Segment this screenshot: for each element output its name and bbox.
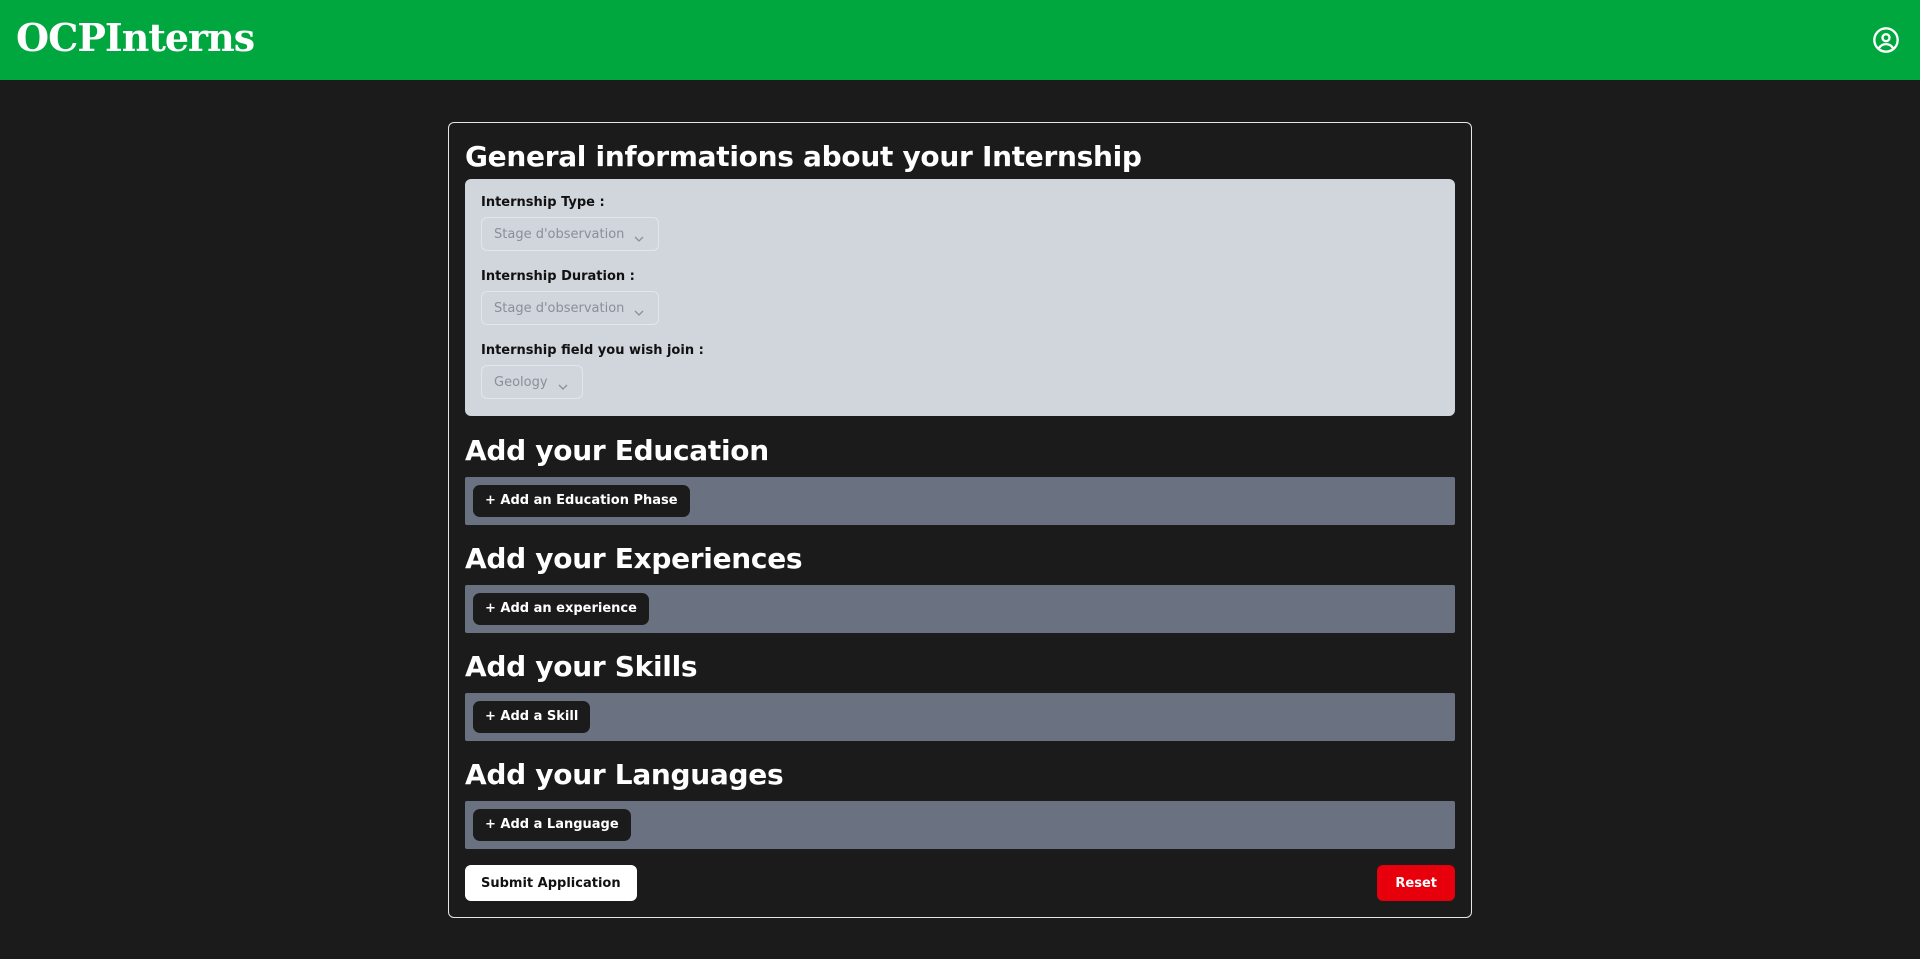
chevron-down-icon [634, 303, 644, 316]
add-language-button[interactable]: + Add a Language [473, 809, 631, 841]
experiences-section-title: Add your Experiences [465, 542, 803, 575]
education-panel: + Add an Education Phase [465, 477, 1455, 525]
add-skill-button[interactable]: + Add a Skill [473, 701, 591, 733]
general-section-title: General informations about your Internsh… [465, 140, 1142, 173]
general-info-panel: Internship Type : Stage d'observation In… [465, 179, 1455, 416]
skills-panel: + Add a Skill [465, 693, 1455, 741]
internship-field-value: Geology [494, 374, 548, 390]
internship-type-value: Stage d'observation [494, 226, 625, 242]
reset-button[interactable]: Reset [1377, 865, 1455, 901]
internship-field-label: Internship field you wish join : [481, 343, 704, 358]
top-navbar: OCPInterns [0, 0, 1920, 80]
languages-panel: + Add a Language [465, 801, 1455, 849]
experiences-panel: + Add an experience [465, 585, 1455, 633]
internship-type-label: Internship Type : [481, 195, 605, 210]
education-section-title: Add your Education [465, 434, 769, 467]
skills-section-title: Add your Skills [465, 650, 698, 683]
submit-application-button[interactable]: Submit Application [465, 865, 637, 901]
add-education-button[interactable]: + Add an Education Phase [473, 485, 690, 517]
internship-duration-select[interactable]: Stage d'observation [481, 291, 660, 325]
add-experience-button[interactable]: + Add an experience [473, 593, 649, 625]
internship-type-select[interactable]: Stage d'observation [481, 217, 660, 251]
internship-duration-label: Internship Duration : [481, 269, 635, 284]
languages-section-title: Add your Languages [465, 758, 784, 791]
internship-duration-value: Stage d'observation [494, 300, 625, 316]
application-form-card: General informations about your Internsh… [448, 122, 1472, 918]
brand-logo[interactable]: OCPInterns [16, 14, 255, 62]
chevron-down-icon [634, 229, 644, 242]
user-circle-icon[interactable] [1872, 26, 1900, 54]
chevron-down-icon [558, 377, 568, 390]
internship-field-select[interactable]: Geology [481, 365, 583, 399]
